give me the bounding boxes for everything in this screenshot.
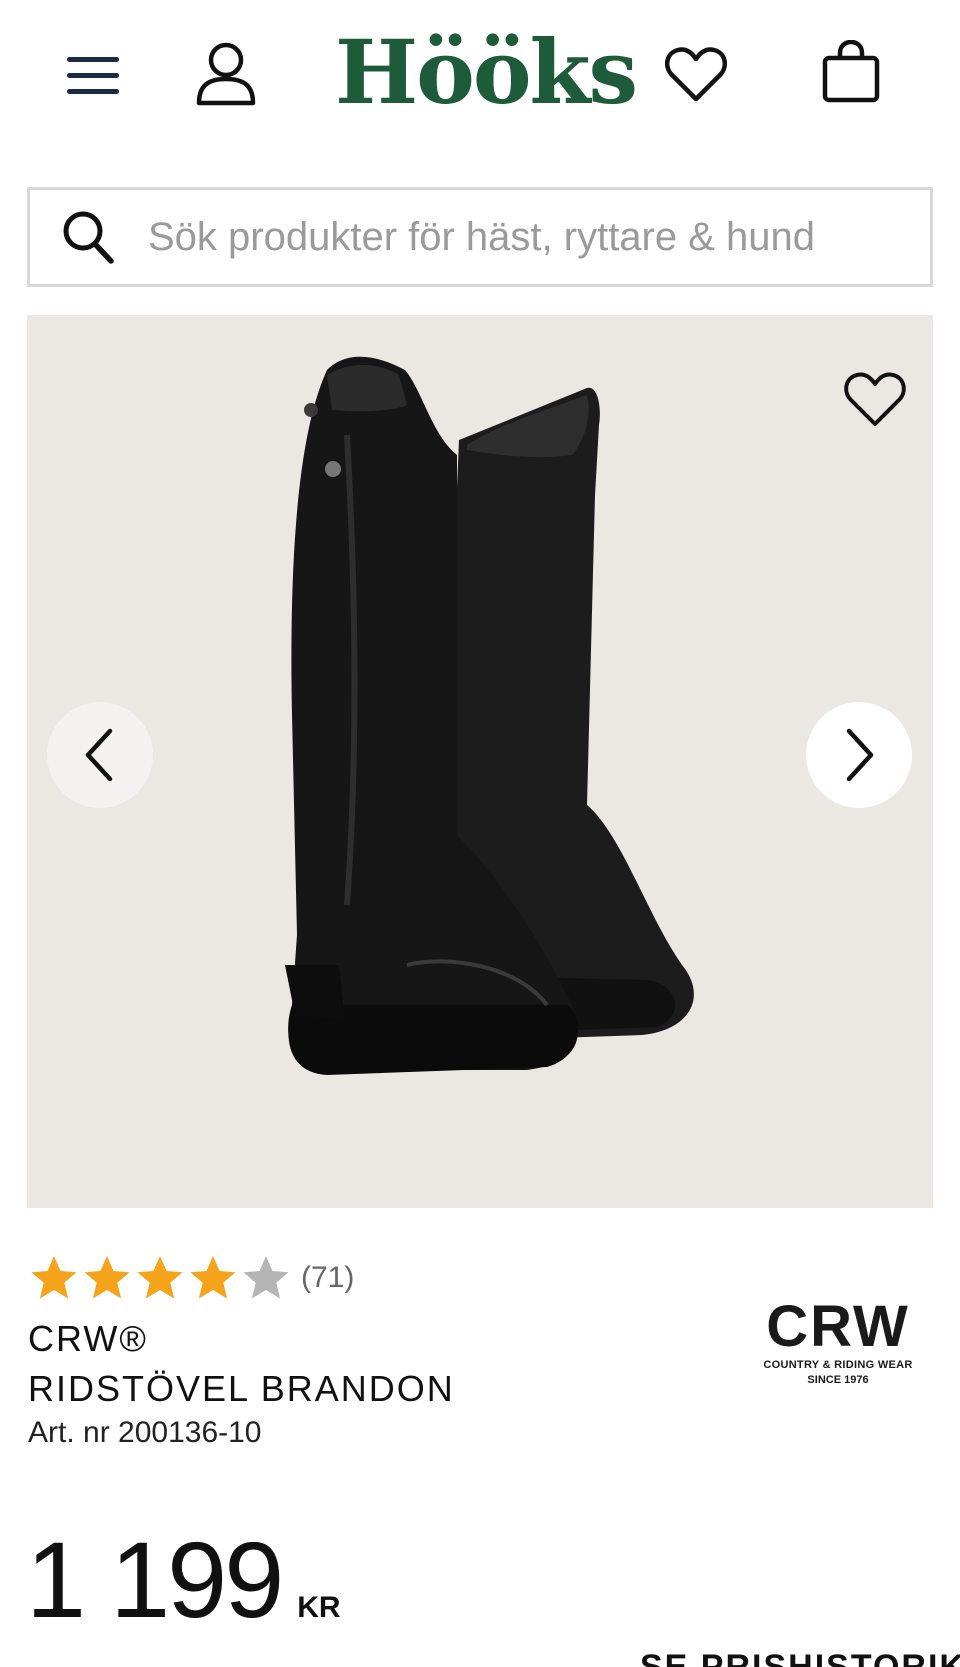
search-input[interactable] (148, 214, 848, 260)
star-icon (243, 1256, 289, 1299)
star-icon (84, 1256, 130, 1299)
product-rating[interactable]: (71) (28, 1252, 354, 1304)
search-icon (58, 207, 118, 267)
article-number: Art. nr 200136-10 (28, 1416, 262, 1449)
product-gallery[interactable] (27, 315, 933, 1208)
gallery-prev-button[interactable] (47, 702, 153, 808)
chevron-left-icon (85, 728, 113, 782)
cart-button[interactable] (815, 36, 887, 108)
shopping-bag-icon (822, 40, 880, 103)
brand-logo-tagline: COUNTRY & RIDING WEAR (763, 1359, 913, 1371)
menu-icon (67, 57, 119, 94)
site-logo[interactable]: Hööks (335, 22, 638, 122)
wishlist-button[interactable] (660, 38, 732, 110)
rating-stars (28, 1253, 293, 1303)
product-title: RIDSTÖVEL BRANDON (28, 1368, 455, 1409)
brand-logo-since: SINCE 1976 (807, 1374, 869, 1386)
price-history-link[interactable]: SE PRISHISTORIK (640, 1648, 960, 1667)
product-image[interactable] (27, 315, 933, 1208)
brand-logo-main: CRW (766, 1294, 910, 1359)
gallery-next-button[interactable] (806, 702, 912, 808)
user-icon (196, 42, 256, 106)
product-brand: CRW® (28, 1318, 148, 1359)
search-bar[interactable] (27, 187, 933, 287)
star-icon (190, 1256, 236, 1299)
price-currency: KR (297, 1591, 341, 1624)
review-count[interactable]: (71) (301, 1261, 354, 1295)
star-icon (31, 1256, 77, 1299)
menu-button[interactable] (58, 40, 128, 110)
price-value: 1 199 (26, 1519, 284, 1640)
heart-icon (844, 372, 906, 426)
account-button[interactable] (190, 38, 262, 110)
chevron-right-icon (846, 728, 874, 782)
site-header: Hööks (0, 0, 960, 150)
star-icon (137, 1256, 183, 1299)
brand-logo[interactable]: CRW COUNTRY & RIDING WEAR SINCE 1976 (758, 1297, 918, 1397)
product-price: 1 199 KR (26, 1520, 341, 1640)
gallery-wishlist-button[interactable] (839, 363, 911, 435)
heart-icon (664, 47, 728, 102)
